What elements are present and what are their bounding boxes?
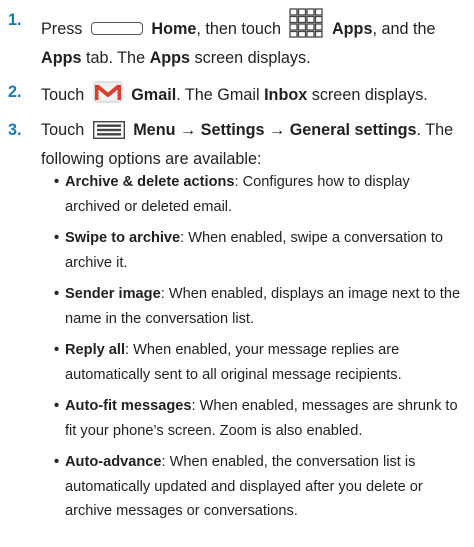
manual-page: 1. Press Home, then touch Apps, and the … xyxy=(0,0,474,547)
step-text: Press Home, then touch Apps, and the App… xyxy=(41,8,464,71)
list-item: Auto-advance: When enabled, the conversa… xyxy=(54,450,464,524)
list-item: Auto-fit messages: When enabled, message… xyxy=(54,394,464,443)
list-item: Archive & delete actions: Configures how… xyxy=(54,170,464,219)
step-number: 1. xyxy=(8,11,22,29)
list-item: Sender image: When enabled, displays an … xyxy=(54,282,464,331)
options-list: Archive & delete actions: Configures how… xyxy=(54,170,464,531)
step-number: 3. xyxy=(8,121,22,139)
list-item: Reply all: When enabled, your message re… xyxy=(54,338,464,387)
step-text: Touch Menu → Settings → General settings… xyxy=(41,120,454,168)
menu-icon xyxy=(92,120,125,147)
apps-grid-icon xyxy=(289,8,324,46)
gmail-icon xyxy=(93,80,123,112)
cropped-heading xyxy=(60,0,66,4)
step-number: 2. xyxy=(8,83,22,101)
list-item: Swipe to archive: When enabled, swipe a … xyxy=(54,226,464,275)
home-key-icon xyxy=(90,22,143,35)
step-text: Touch Gmail. The Gmail Inbox screen disp… xyxy=(41,80,464,112)
